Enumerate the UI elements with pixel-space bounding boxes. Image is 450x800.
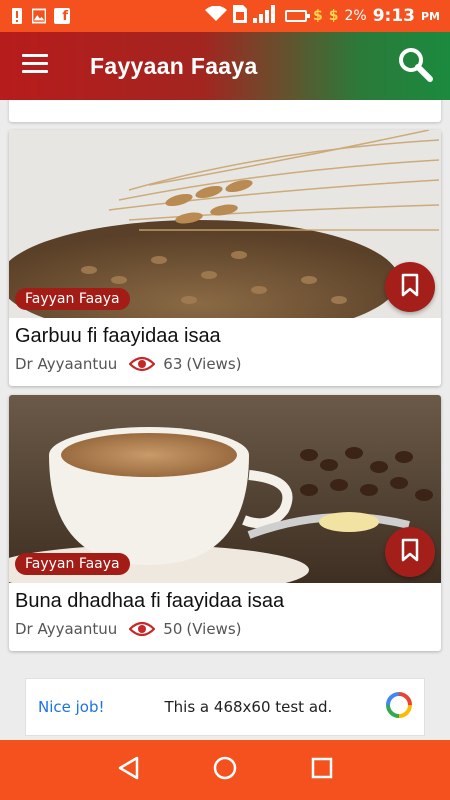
- article-meta: Dr Ayyaantuu 63 (Views): [9, 350, 441, 386]
- clock-time: 9:13: [372, 6, 415, 26]
- views-count: 50: [163, 620, 183, 638]
- article-image[interactable]: Fayyan Faaya: [9, 395, 441, 583]
- views-label: (Views): [186, 355, 242, 373]
- search-button[interactable]: [380, 32, 450, 100]
- eye-icon: [129, 621, 156, 637]
- ad-logo-icon[interactable]: [386, 692, 412, 722]
- home-button[interactable]: [205, 750, 245, 790]
- sim-icon: [232, 5, 247, 27]
- system-nav-bar: [0, 740, 450, 800]
- wifi-icon: [204, 5, 227, 26]
- facebook-icon: f: [54, 8, 70, 24]
- article-title[interactable]: Buna dhadhaa fi faayidaa isaa: [9, 583, 441, 615]
- search-icon: [397, 46, 433, 86]
- article-card[interactable]: Fayyan Faaya Buna dhadhaa fi faayidaa is…: [9, 395, 441, 651]
- category-badge[interactable]: Fayyan Faaya: [15, 553, 130, 575]
- bookmark-button[interactable]: [385, 527, 435, 577]
- app-bar: Fayyaan Faaya: [0, 32, 450, 100]
- ad-nice-job-label[interactable]: Nice job!: [38, 698, 105, 716]
- app-title: Fayyaan Faaya: [90, 52, 258, 79]
- article-card[interactable]: Fayyan Faaya Garbuu fi faayidaa isaa Dr …: [9, 130, 441, 386]
- views-label: (Views): [186, 620, 242, 638]
- menu-button[interactable]: [0, 32, 70, 100]
- battery-percent: 2%: [344, 8, 367, 24]
- article-author: Dr Ayyaantuu: [15, 355, 118, 373]
- ad-area: Nice job! This a 468x60 test ad.: [0, 672, 450, 740]
- status-bar: f $ $ 2% 9:13 PM: [0, 0, 450, 32]
- article-meta: Dr Ayyaantuu 50 (Views): [9, 615, 441, 651]
- article-feed[interactable]: Fayyan Faaya Garbuu fi faayidaa isaa Dr …: [0, 100, 450, 656]
- article-author: Dr Ayyaantuu: [15, 620, 118, 638]
- alert-icon: [10, 8, 24, 24]
- article-title[interactable]: Garbuu fi faayidaa isaa: [9, 318, 441, 350]
- article-image[interactable]: Fayyan Faaya: [9, 130, 441, 318]
- hamburger-menu-icon: [22, 54, 48, 78]
- ad-text[interactable]: This a 468x60 test ad.: [165, 698, 333, 716]
- category-badge[interactable]: Fayyan Faaya: [15, 288, 130, 310]
- back-button[interactable]: [108, 750, 148, 790]
- eye-icon: [129, 356, 156, 372]
- bookmark-button[interactable]: [385, 262, 435, 312]
- recents-button[interactable]: [302, 750, 342, 790]
- image-icon: [32, 8, 46, 24]
- home-icon: [213, 756, 237, 784]
- money-icon-2: $: [328, 8, 339, 24]
- test-ad-banner[interactable]: Nice job! This a 468x60 test ad.: [25, 678, 425, 736]
- clock-ampm: PM: [420, 9, 440, 23]
- back-icon: [117, 756, 139, 784]
- money-icon: $: [312, 8, 323, 24]
- signal-icon: [252, 5, 279, 27]
- bookmark-icon: [401, 538, 419, 566]
- bookmark-icon: [401, 273, 419, 301]
- recents-icon: [311, 757, 333, 783]
- previous-article-card[interactable]: [9, 100, 441, 122]
- battery-icon: [284, 10, 310, 22]
- views-count: 63: [163, 355, 183, 373]
